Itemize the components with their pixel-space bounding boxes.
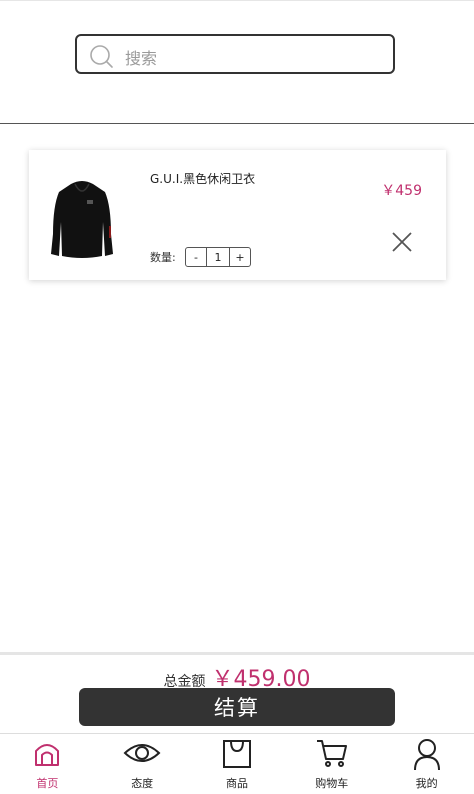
header-divider (0, 123, 474, 124)
tab-attitude[interactable]: 态度 (95, 734, 190, 794)
tab-products-label: 商品 (225, 777, 248, 790)
product-name[interactable]: G.U.I.黑色休闲卫衣 (150, 170, 255, 187)
search-input[interactable]: 搜索 (75, 34, 395, 74)
item-price: ￥459 (381, 183, 422, 199)
cart-item: G.U.I.黑色休闲卫衣 ￥459 数量: - 1 + (29, 150, 446, 280)
bottom-tab-bar: 首页 态度 商品 购物车 我的 (0, 733, 474, 794)
tab-home[interactable]: 首页 (0, 734, 95, 794)
tab-cart[interactable]: 购物车 (284, 734, 379, 794)
user-icon (413, 739, 440, 771)
tab-cart-label: 购物车 (315, 777, 349, 790)
top-divider (0, 0, 474, 1)
checkout-button[interactable]: 结算 (79, 688, 395, 726)
tab-products[interactable]: 商品 (190, 734, 285, 794)
decrease-quantity-button[interactable]: - (186, 248, 207, 266)
home-icon (35, 744, 60, 766)
search-icon (90, 45, 113, 68)
search-placeholder: 搜索 (125, 49, 158, 68)
tab-profile[interactable]: 我的 (379, 734, 474, 794)
cart-icon (316, 740, 347, 767)
tab-profile-label: 我的 (415, 777, 438, 790)
quantity-label: 数量: (150, 251, 176, 264)
product-image[interactable] (47, 176, 117, 261)
increase-quantity-button[interactable]: + (229, 248, 250, 266)
quantity-stepper: - 1 + (185, 247, 251, 267)
tab-home-label: 首页 (36, 777, 59, 790)
eye-icon (123, 744, 161, 762)
close-icon[interactable] (390, 230, 414, 254)
checkout-bar: 总金额 ￥459.00 结算 (0, 652, 474, 732)
tab-attitude-label: 态度 (131, 777, 154, 790)
quantity-value[interactable]: 1 (207, 248, 229, 266)
shopping-bag-icon (222, 740, 251, 768)
